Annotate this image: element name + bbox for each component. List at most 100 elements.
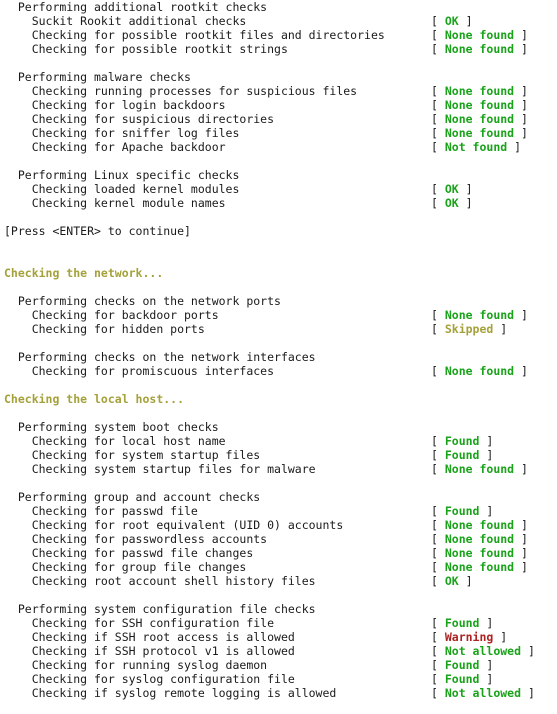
status-value: Not allowed [444, 644, 522, 658]
status-bracket-open: [ [431, 686, 445, 700]
status-value: None found [444, 518, 515, 532]
check-group-label: Performing system boot checks [4, 420, 219, 434]
status-bracket-open: [ [431, 532, 445, 546]
status-value: None found [444, 28, 515, 42]
check-label: Checking for passwordless accounts [4, 532, 268, 546]
check-row: Checking for sniffer log files [ None fou… [0, 126, 557, 140]
check-row: Checking for possible rootkit files and … [0, 28, 557, 42]
status-bracket-close: ] [479, 616, 494, 630]
check-row: Checking for promiscuous interfaces [ Non… [0, 364, 557, 378]
check-label: Checking for hidden ports [4, 322, 205, 336]
status-bracket-close: ] [507, 140, 522, 154]
status-bracket-open: [ [431, 196, 445, 210]
check-label: Checking for SSH configuration file [4, 616, 275, 630]
check-group-title: Performing system boot checks [0, 420, 557, 434]
status-bracket-open: [ [431, 42, 445, 56]
section-header: Checking the local host... [0, 392, 557, 406]
check-label: Checking for syslog configuration file [4, 672, 295, 686]
check-label: Checking loaded kernel modules [4, 182, 240, 196]
status-bracket-open: [ [431, 126, 445, 140]
status-badge: [ None found ] [431, 518, 528, 532]
check-label: Checking if SSH protocol v1 is allowed [4, 644, 295, 658]
check-row: Checking system startup files for malwar… [0, 462, 557, 476]
check-row: Checking for system startup files [ Found… [0, 448, 557, 462]
check-row: Checking for possible rootkit strings [ N… [0, 42, 557, 56]
status-bracket-open: [ [431, 672, 445, 686]
status-value: Skipped [444, 322, 494, 336]
status-value: Found [444, 448, 480, 462]
check-label: Checking for passwd file changes [4, 546, 254, 560]
terminal-output[interactable]: Performing additional rootkit checks Suc… [0, 0, 557, 714]
check-label: Checking for system startup files [4, 448, 261, 462]
status-value: None found [444, 126, 515, 140]
check-label: Checking for backdoor ports [4, 308, 219, 322]
check-label: Checking for group file changes [4, 560, 247, 574]
status-value: OK [444, 182, 459, 196]
press-enter-prompt[interactable]: [Press <ENTER> to continue] [0, 224, 557, 238]
status-value: Warning [444, 630, 494, 644]
check-row: Checking root account shell history file… [0, 574, 557, 588]
check-group-title: Performing group and account checks [0, 490, 557, 504]
check-label: Checking for Apache backdoor [4, 140, 226, 154]
status-bracket-open: [ [431, 616, 445, 630]
check-label: Checking for local host name [4, 434, 226, 448]
check-label: Checking for root equivalent (UID 0) acc… [4, 518, 344, 532]
status-bracket-open: [ [431, 84, 445, 98]
check-label: Checking for possible rootkit strings [4, 42, 288, 56]
status-badge: [ Warning ] [431, 630, 507, 644]
status-bracket-open: [ [431, 560, 445, 574]
status-bracket-open: [ [431, 14, 445, 28]
status-bracket-open: [ [431, 112, 445, 126]
status-badge: [ OK ] [431, 196, 473, 210]
check-row: Checking loaded kernel modules [ OK ] [0, 182, 557, 196]
status-badge: [ Found ] [431, 504, 493, 518]
check-label: Checking running processes for suspiciou… [4, 84, 358, 98]
check-label: Checking kernel module names [4, 196, 226, 210]
check-group-label: Performing group and account checks [4, 490, 261, 504]
check-row: Checking for SSH configuration file [ Fou… [0, 616, 557, 630]
status-badge: [ Found ] [431, 672, 493, 686]
status-badge: [ Found ] [431, 448, 493, 462]
status-bracket-close: ] [514, 112, 528, 126]
status-value: None found [444, 42, 515, 56]
status-bracket-open: [ [431, 546, 445, 560]
check-row: Checking for passwd file changes [ None f… [0, 546, 557, 560]
check-row: Suckit Rookit additional checks [ OK ] [0, 14, 557, 28]
section-header: Checking the network... [0, 266, 557, 280]
status-badge: [ None found ] [431, 84, 528, 98]
check-label: Checking for suspicious directories [4, 112, 275, 126]
status-badge: [ None found ] [431, 28, 528, 42]
status-badge: [ None found ] [431, 126, 528, 140]
status-value: None found [444, 112, 515, 126]
status-bracket-close: ] [514, 84, 528, 98]
status-bracket-close: ] [458, 182, 473, 196]
status-bracket-close: ] [514, 28, 528, 42]
status-badge: [ Skipped ] [431, 322, 507, 336]
status-bracket-close: ] [514, 462, 528, 476]
status-badge: [ Found ] [431, 434, 493, 448]
check-group-title: Performing checks on the network ports [0, 294, 557, 308]
status-badge: [ OK ] [431, 574, 473, 588]
status-badge: [ None found ] [431, 42, 528, 56]
status-value: None found [444, 84, 515, 98]
check-label: Checking for passwd file [4, 504, 198, 518]
status-bracket-open: [ [431, 630, 445, 644]
status-bracket-close: ] [458, 574, 473, 588]
check-row: Checking for passwd file [ Found ] [0, 504, 557, 518]
status-bracket-close: ] [514, 126, 528, 140]
check-row: Checking for syslog configuration file [ … [0, 672, 557, 686]
check-label: Checking if syslog remote logging is all… [4, 686, 337, 700]
status-bracket-close: ] [514, 532, 528, 546]
status-value: Not allowed [444, 686, 522, 700]
status-badge: [ None found ] [431, 364, 528, 378]
status-value: None found [444, 98, 515, 112]
status-badge: [ None found ] [431, 546, 528, 560]
status-badge: [ OK ] [431, 14, 473, 28]
check-row: Checking if SSH protocol v1 is allowed [ … [0, 644, 557, 658]
status-bracket-close: ] [514, 546, 528, 560]
status-value: None found [444, 308, 515, 322]
check-group-title: Performing Linux specific checks [0, 168, 557, 182]
